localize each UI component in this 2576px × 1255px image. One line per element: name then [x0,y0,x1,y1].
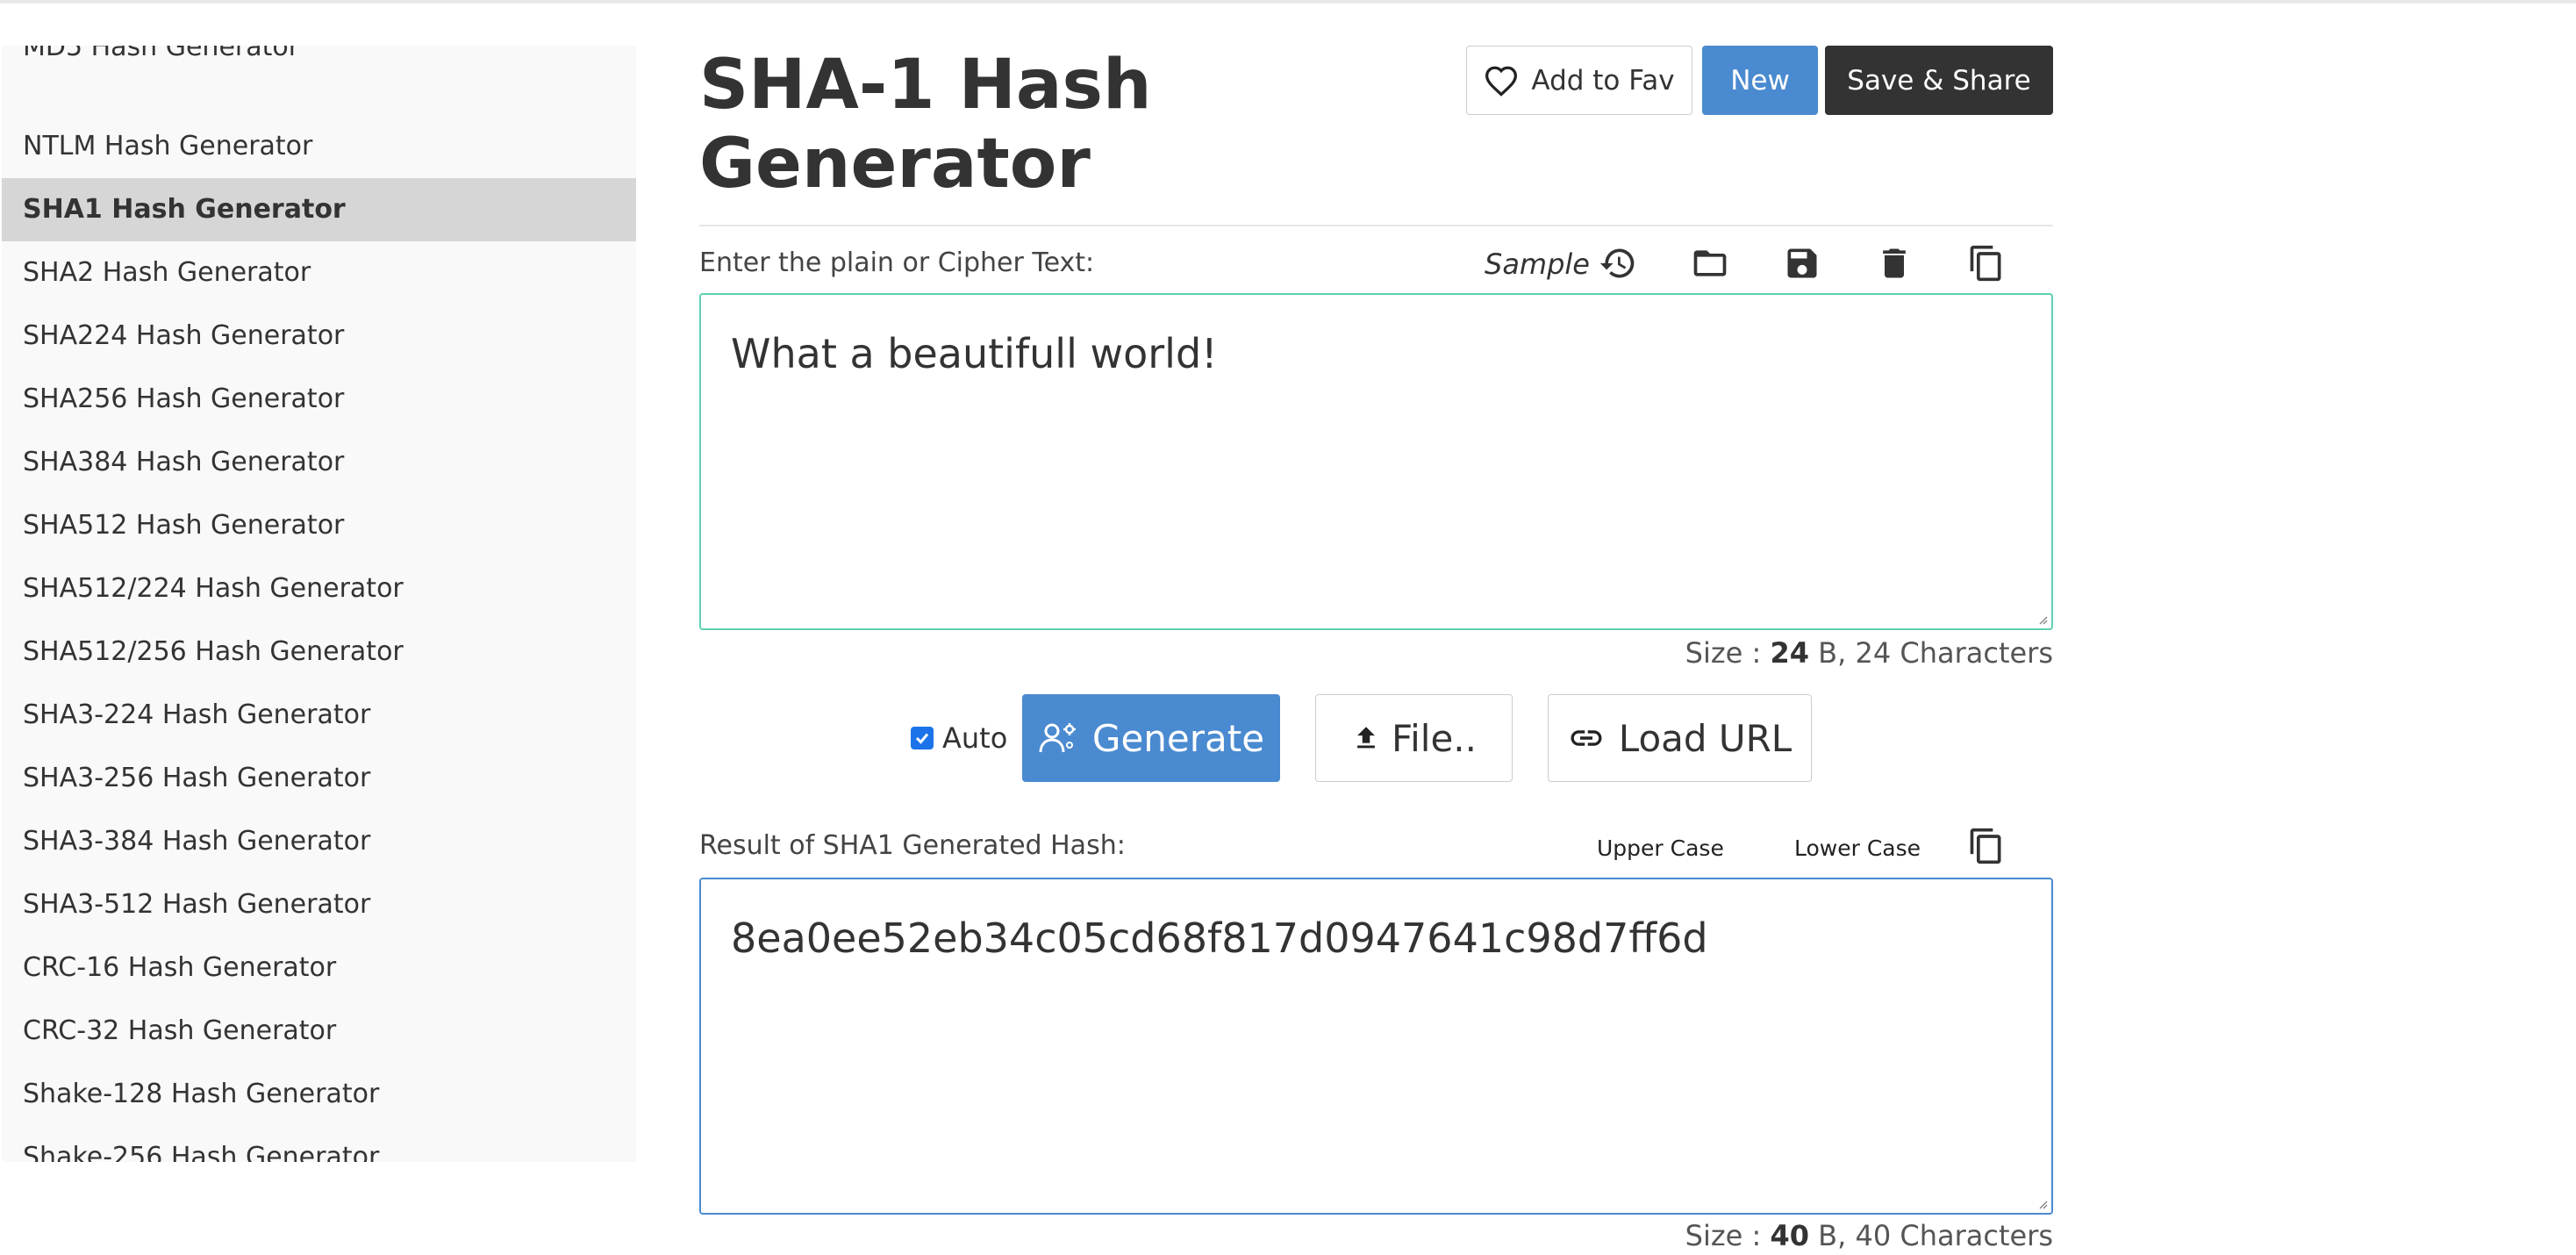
new-button[interactable]: New [1702,46,1818,115]
generate-icon [1039,723,1076,753]
page-title-line2: Generator [699,125,1091,204]
file-button[interactable]: File.. [1315,694,1513,782]
sidebar-item-sha256[interactable]: SHA256 Hash Generator [2,368,636,431]
sidebar-item-sha224[interactable]: SHA224 Hash Generator [2,305,636,368]
link-icon [1571,730,1602,746]
save-share-label: Save & Share [1847,64,2031,97]
hash-output-value: 8ea0ee52eb34c05cd68f817d0947641c98d7ff6d [731,914,1708,962]
sidebar-item-ntlm[interactable]: NTLM Hash Generator [2,115,636,178]
generate-button[interactable]: Generate [1022,694,1280,782]
auto-label: Auto [942,721,1008,755]
input-label: Enter the plain or Cipher Text: [699,247,1095,278]
save-share-button[interactable]: Save & Share [1825,46,2053,115]
copy-result-icon[interactable] [1967,827,2006,865]
upload-icon [1357,727,1375,749]
input-size-prefix: Size : [1685,636,1771,670]
resize-handle-icon[interactable] [2036,613,2048,625]
hash-output[interactable]: 8ea0ee52eb34c05cd68f817d0947641c98d7ff6d [699,878,2053,1215]
page-title-line1: SHA-1 Hash [699,46,1152,125]
generate-label: Generate [1091,716,1265,760]
sidebar-item-sha3-256[interactable]: SHA3-256 Hash Generator [2,747,636,810]
sidebar-item-sha512-224[interactable]: SHA512/224 Hash Generator [2,557,636,620]
add-to-fav-button[interactable]: Add to Fav [1466,46,1692,115]
copy-icon[interactable] [1967,244,2006,283]
sidebar-item-shake256[interactable]: Shake-256 Hash Generator [2,1126,636,1162]
plain-text-value: What a beautifull world! [731,330,1218,377]
heart-icon [1485,66,1518,97]
auto-checkbox[interactable]: Auto [911,721,1007,755]
history-icon[interactable] [1599,244,1637,283]
top-border [0,0,2576,4]
plain-text-input[interactable]: What a beautifull world! [699,293,2053,630]
trash-icon[interactable] [1875,244,1914,283]
output-size-suffix: B, 40 Characters [1808,1219,2053,1252]
sidebar-item-sha3-512[interactable]: SHA3-512 Hash Generator [2,873,636,936]
output-size-bytes: 40 [1770,1219,1809,1252]
page-title: SHA-1 Hash Generator [699,46,1313,204]
load-url-label: Load URL [1618,716,1792,760]
sidebar-item-sha512[interactable]: SHA512 Hash Generator [2,494,636,557]
load-url-button[interactable]: Load URL [1548,694,1812,782]
sidebar-item-sha384[interactable]: SHA384 Hash Generator [2,431,636,494]
sidebar-item-sha3-384[interactable]: SHA3-384 Hash Generator [2,810,636,873]
sidebar: MD5 Hash Generator NTLM Hash Generator S… [2,46,636,1162]
input-size-info: Size : 24 B, 24 Characters [1685,636,2053,670]
sample-link[interactable]: Sample [1485,247,1590,281]
output-size-prefix: Size : [1685,1219,1771,1252]
output-size-info: Size : 40 B, 40 Characters [1685,1219,2053,1252]
sidebar-item-sha1[interactable]: SHA1 Hash Generator [2,178,636,241]
add-to-fav-label: Add to Fav [1531,64,1675,97]
sidebar-item-sha512-256[interactable]: SHA512/256 Hash Generator [2,620,636,684]
folder-icon[interactable] [1691,244,1729,283]
sidebar-item-sha2[interactable]: SHA2 Hash Generator [2,241,636,305]
sidebar-item-md5[interactable]: MD5 Hash Generator [2,46,636,79]
checkbox-checked-icon[interactable] [911,727,934,749]
upper-case-button[interactable]: Upper Case [1597,835,1724,861]
lower-case-button[interactable]: Lower Case [1794,835,1921,861]
resize-handle-icon[interactable] [2036,1197,2048,1209]
sidebar-item-crc32[interactable]: CRC-32 Hash Generator [2,1000,636,1063]
input-size-suffix: B, 24 Characters [1808,636,2053,670]
file-label: File.. [1392,716,1477,760]
new-label: New [1730,64,1790,97]
output-label: Result of SHA1 Generated Hash: [699,830,1126,861]
input-size-bytes: 24 [1770,636,1809,670]
save-icon[interactable] [1783,244,1821,283]
sidebar-item-crc16[interactable]: CRC-16 Hash Generator [2,936,636,1000]
sidebar-item-shake128[interactable]: Shake-128 Hash Generator [2,1063,636,1126]
sidebar-item-sha3-224[interactable]: SHA3-224 Hash Generator [2,684,636,747]
header-divider [699,225,2053,226]
